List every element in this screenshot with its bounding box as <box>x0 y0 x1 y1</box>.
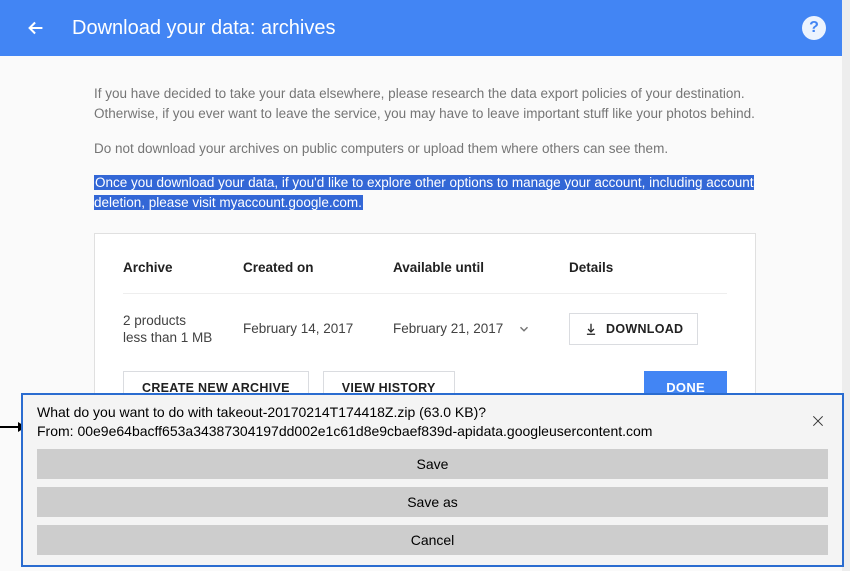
col-header-details: Details <box>569 258 639 278</box>
intro-para-1: If you have decided to take your data el… <box>94 84 756 125</box>
dialog-header: What do you want to do with takeout-2017… <box>37 403 828 441</box>
dialog-buttons: Save Save as Cancel <box>37 449 828 555</box>
dialog-from-line: From: 00e9e64bacff653a34387304197dd002e1… <box>37 422 808 441</box>
app-header: Download your data: archives ? <box>0 0 850 56</box>
help-icon[interactable]: ? <box>802 16 826 40</box>
page-title: Download your data: archives <box>72 17 802 40</box>
col-header-created: Created on <box>243 258 393 278</box>
table-header-row: Archive Created on Available until Detai… <box>123 258 727 293</box>
dialog-message: What do you want to do with takeout-2017… <box>37 403 808 441</box>
col-header-archive: Archive <box>123 258 243 278</box>
close-icon[interactable] <box>808 411 828 436</box>
back-arrow-icon[interactable] <box>24 16 48 40</box>
save-button[interactable]: Save <box>37 449 828 479</box>
archive-products: 2 products <box>123 312 243 330</box>
intro-para-2: Do not download your archives on public … <box>94 139 756 159</box>
available-date: February 21, 2017 <box>393 319 503 339</box>
cancel-button[interactable]: Cancel <box>37 525 828 555</box>
dialog-prompt-line: What do you want to do with takeout-2017… <box>37 403 808 422</box>
col-header-available: Available until <box>393 258 569 278</box>
download-icon <box>584 322 598 336</box>
created-cell: February 14, 2017 <box>243 319 393 339</box>
details-cell: DOWNLOAD <box>569 313 709 345</box>
table-row: 2 products less than 1 MB February 14, 2… <box>123 294 727 365</box>
content-area: If you have decided to take your data el… <box>0 56 850 424</box>
chevron-down-icon[interactable] <box>517 322 531 336</box>
save-as-button[interactable]: Save as <box>37 487 828 517</box>
intro-para-3: Once you download your data, if you'd li… <box>94 173 756 214</box>
download-dialog: What do you want to do with takeout-2017… <box>21 393 844 567</box>
available-cell: February 21, 2017 <box>393 319 569 339</box>
archive-size: less than 1 MB <box>123 329 243 347</box>
download-label: DOWNLOAD <box>606 322 683 336</box>
archive-cell: 2 products less than 1 MB <box>123 312 243 347</box>
download-button[interactable]: DOWNLOAD <box>569 313 698 345</box>
highlighted-text: Once you download your data, if you'd li… <box>94 175 754 210</box>
